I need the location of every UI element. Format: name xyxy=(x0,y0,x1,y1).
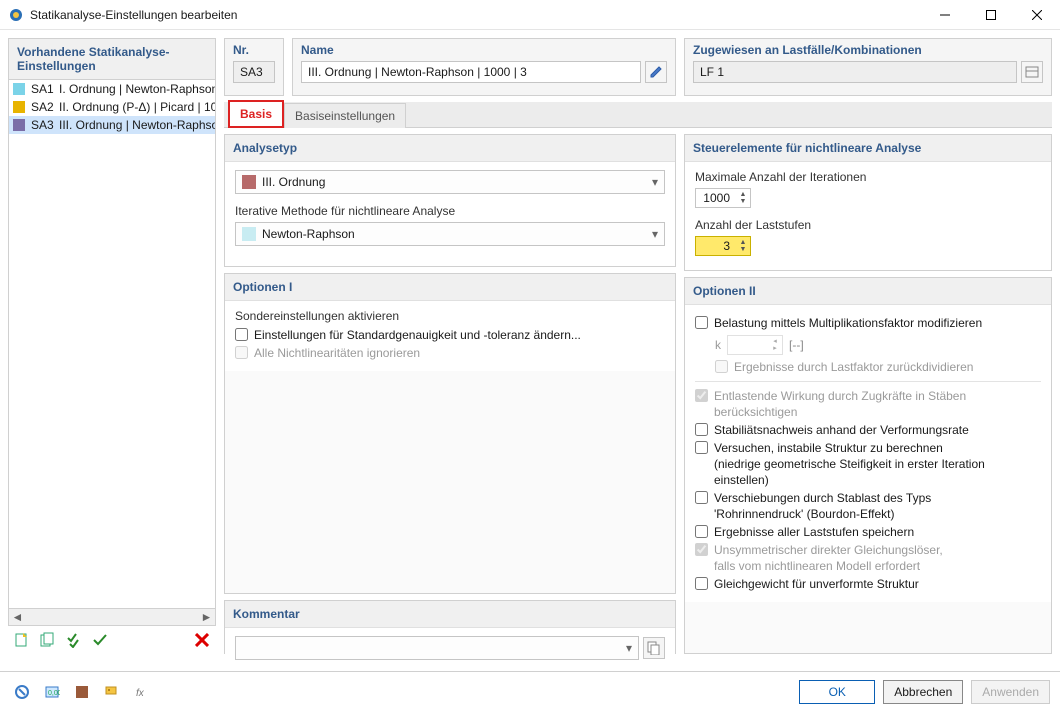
window-title: Statikanalyse-Einstellungen bearbeiten xyxy=(30,8,922,22)
chk-bourdon[interactable]: Verschiebungen durch Stablast des Typs'R… xyxy=(695,490,1041,522)
nr-label: Nr. xyxy=(225,39,283,61)
scroll-left-icon[interactable]: ◄ xyxy=(9,609,26,626)
svg-text:0,00: 0,00 xyxy=(48,690,60,697)
chevron-down-icon: ▾ xyxy=(652,227,658,241)
minimize-button[interactable] xyxy=(922,0,968,30)
ctrl-header: Steuerelemente für nichtlineare Analyse xyxy=(685,135,1051,162)
chk-unstable[interactable]: Versuchen, instabile Struktur zu berechn… xyxy=(695,440,1041,488)
close-button[interactable] xyxy=(1014,0,1060,30)
chk-std-accuracy[interactable]: Einstellungen für Standardgenauigkeit un… xyxy=(235,327,665,343)
check-all-button[interactable] xyxy=(62,628,86,652)
fx-button[interactable]: fx xyxy=(130,680,154,704)
swatch-icon xyxy=(242,175,256,189)
swatch-icon xyxy=(13,83,25,95)
footer: 0,00 fx OK Abbrechen Anwenden xyxy=(0,671,1060,711)
delete-button[interactable] xyxy=(190,628,214,652)
chk-divide-back: Ergebnisse durch Lastfaktor zurückdividi… xyxy=(715,359,1041,375)
chk-ignore-nonlin: Alle Nichtlinearitäten ignorieren xyxy=(235,345,665,361)
comment-header: Kommentar xyxy=(225,601,675,628)
maximize-button[interactable] xyxy=(968,0,1014,30)
loadsteps-spin[interactable]: 3▲▼ xyxy=(695,236,751,256)
chevron-down-icon: ▾ xyxy=(652,175,658,189)
analysis-order-combo[interactable]: III. Ordnung ▾ xyxy=(235,170,665,194)
analysis-header: Analysetyp xyxy=(225,135,675,162)
chk-unsym-solver: Unsymmetrischer direkter Gleichungslöser… xyxy=(695,542,1041,574)
assigned-browse-button[interactable] xyxy=(1021,61,1043,83)
tag-button[interactable] xyxy=(100,680,124,704)
loadsteps-label: Anzahl der Laststufen xyxy=(695,218,1041,232)
edit-name-button[interactable] xyxy=(645,61,667,83)
assigned-label: Zugewiesen an Lastfälle/Kombinationen xyxy=(685,39,1051,61)
list-item[interactable]: SA2 II. Ordnung (P-Δ) | Picard | 100 | 1 xyxy=(9,98,215,116)
chk-undeformed[interactable]: Gleichgewicht für unverformte Struktur xyxy=(695,576,1041,592)
maxiter-spin[interactable]: 1000▲▼ xyxy=(695,188,751,208)
apply-button: Anwenden xyxy=(971,680,1050,704)
method-label: Iterative Methode für nichtlineare Analy… xyxy=(235,204,665,218)
name-input[interactable]: III. Ordnung | Newton-Raphson | 1000 | 3 xyxy=(301,61,641,83)
cancel-button[interactable]: Abbrechen xyxy=(883,680,963,704)
comment-combo[interactable]: ▾ xyxy=(235,636,639,660)
analysis-method-combo[interactable]: Newton-Raphson ▾ xyxy=(235,222,665,246)
tab-basis-settings[interactable]: Basiseinstellungen xyxy=(284,103,406,128)
chk-save-steps[interactable]: Ergebnisse aller Laststufen speichern xyxy=(695,524,1041,540)
copy-button[interactable] xyxy=(36,628,60,652)
left-toolbar xyxy=(8,626,216,654)
tab-basis[interactable]: Basis xyxy=(228,100,284,128)
comment-import-button[interactable] xyxy=(643,637,665,659)
svg-text:fx: fx xyxy=(136,688,145,699)
titlebar: Statikanalyse-Einstellungen bearbeiten xyxy=(0,0,1060,30)
list-item[interactable]: SA3 III. Ordnung | Newton-Raphson | 1 xyxy=(9,116,215,134)
chk-stability[interactable]: Stabiliätsnachweis anhand der Verformung… xyxy=(695,422,1041,438)
k-spin: ◂▸ xyxy=(727,335,783,355)
ok-button[interactable]: OK xyxy=(799,680,875,704)
options1-sub: Sondereinstellungen aktivieren xyxy=(235,309,665,323)
k-unit: [--] xyxy=(789,338,804,352)
tabbar: Basis Basiseinstellungen xyxy=(224,102,1052,128)
maxiter-label: Maximale Anzahl der Iterationen xyxy=(695,170,1041,184)
swatch-icon xyxy=(13,101,25,113)
color-button[interactable] xyxy=(70,680,94,704)
app-icon xyxy=(8,7,24,23)
chk-relief-tension: Entlastende Wirkung durch Zugkräfte in S… xyxy=(695,388,1041,420)
h-scrollbar[interactable]: ◄ ► xyxy=(9,608,215,625)
options2-header: Optionen II xyxy=(685,278,1051,305)
left-header: Vorhandene Statikanalyse-Einstellungen xyxy=(9,39,215,80)
nr-value: SA3 xyxy=(233,61,275,83)
swatch-icon xyxy=(13,119,25,131)
scroll-right-icon[interactable]: ► xyxy=(198,609,215,626)
chevron-down-icon: ▾ xyxy=(626,641,632,655)
k-label: k xyxy=(715,338,721,352)
list-item[interactable]: SA1 I. Ordnung | Newton-Raphson xyxy=(9,80,215,98)
chk-mult-factor[interactable]: Belastung mittels Multiplikationsfaktor … xyxy=(695,315,1041,331)
units-button[interactable]: 0,00 xyxy=(40,680,64,704)
options1-header: Optionen I xyxy=(225,274,675,301)
settings-list[interactable]: SA1 I. Ordnung | Newton-Raphson SA2 II. … xyxy=(9,80,215,608)
name-label: Name xyxy=(293,39,675,61)
swatch-icon xyxy=(242,227,256,241)
assigned-value: LF 1 xyxy=(693,61,1017,83)
new-button[interactable] xyxy=(10,628,34,652)
check-button[interactable] xyxy=(88,628,112,652)
help-button[interactable] xyxy=(10,680,34,704)
